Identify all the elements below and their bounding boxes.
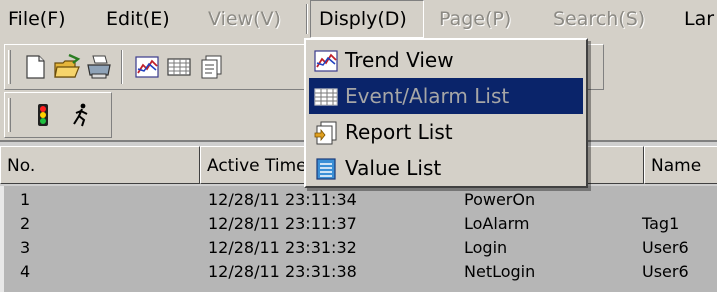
toolbar-grip[interactable] [8,98,11,132]
menu-item-report-list[interactable]: Report List [309,114,583,150]
table-row[interactable]: 4 12/28/11 23:31:38 NetLogin User6 [4,260,717,284]
table-row[interactable]: 2 12/28/11 23:11:37 LoAlarm Tag1 [4,212,717,236]
cell-event: PowerOn [464,190,536,209]
menu-item-value-list[interactable]: Value List [309,150,583,186]
menu-search[interactable]: Search(S) [545,0,653,38]
cell-no: 2 [20,214,31,233]
cell-active-time: 12/28/11 23:31:38 [208,262,357,281]
menu-view[interactable]: View(V) [200,0,289,38]
menu-item-event-alarm-list[interactable]: Event/Alarm List [309,78,583,114]
menu-item-trend-view[interactable]: Trend View [309,42,583,78]
cell-name: User6 [642,262,689,281]
value-list-icon [313,156,339,180]
table-grid-icon [313,84,339,108]
toolbar-grip[interactable] [8,50,11,84]
cell-active-time: 12/28/11 23:31:32 [208,238,357,257]
report-icon [313,120,339,145]
report-icon[interactable] [197,53,225,81]
menu-item-label: Report List [345,120,453,144]
menu-item-label: Trend View [345,48,454,72]
menu-item-label: Value List [345,156,442,180]
cell-no: 4 [20,262,31,281]
column-header-name[interactable]: Name [644,146,717,184]
menu-file[interactable]: File(F) [0,0,74,38]
list-body[interactable]: 1 12/28/11 23:11:34 PowerOn 2 12/28/11 2… [0,186,717,292]
trend-chart-icon[interactable] [133,53,161,81]
table-row[interactable]: 1 12/28/11 23:11:34 PowerOn [4,188,717,212]
secondary-toolbar [4,92,112,138]
menu-item-label: Event/Alarm List [345,84,510,108]
cell-event: LoAlarm [464,214,530,233]
cell-name: User6 [642,238,689,257]
menu-separator [306,4,308,34]
display-menu-dropdown: Trend View Event/Alarm List Report List [304,38,588,188]
menu-edit[interactable]: Edit(E) [98,0,178,38]
menu-display[interactable]: Disply(D) [310,0,424,38]
open-folder-icon[interactable] [53,53,81,81]
traffic-light-icon[interactable] [29,101,57,129]
print-icon[interactable] [85,53,113,81]
trend-chart-icon [313,48,339,72]
table-row[interactable]: 3 12/28/11 23:31:32 Login User6 [4,236,717,260]
new-document-icon[interactable] [21,53,49,81]
table-grid-icon[interactable] [165,53,193,81]
cell-active-time: 12/28/11 23:11:37 [208,214,357,233]
cell-event: NetLogin [464,262,536,281]
running-man-icon[interactable] [67,101,95,129]
cell-name: Tag1 [642,214,680,233]
cell-event: Login [464,238,508,257]
column-header-no[interactable]: No. [0,146,200,184]
cell-active-time: 12/28/11 23:11:34 [208,190,357,209]
cell-no: 1 [20,190,31,209]
menu-language[interactable]: Lar [676,0,717,38]
menu-page[interactable]: Page(P) [431,0,519,38]
toolbar-separator [121,50,123,84]
cell-no: 3 [20,238,31,257]
menu-bar: File(F) Edit(E) View(V) Disply(D) Page(P… [0,0,717,38]
